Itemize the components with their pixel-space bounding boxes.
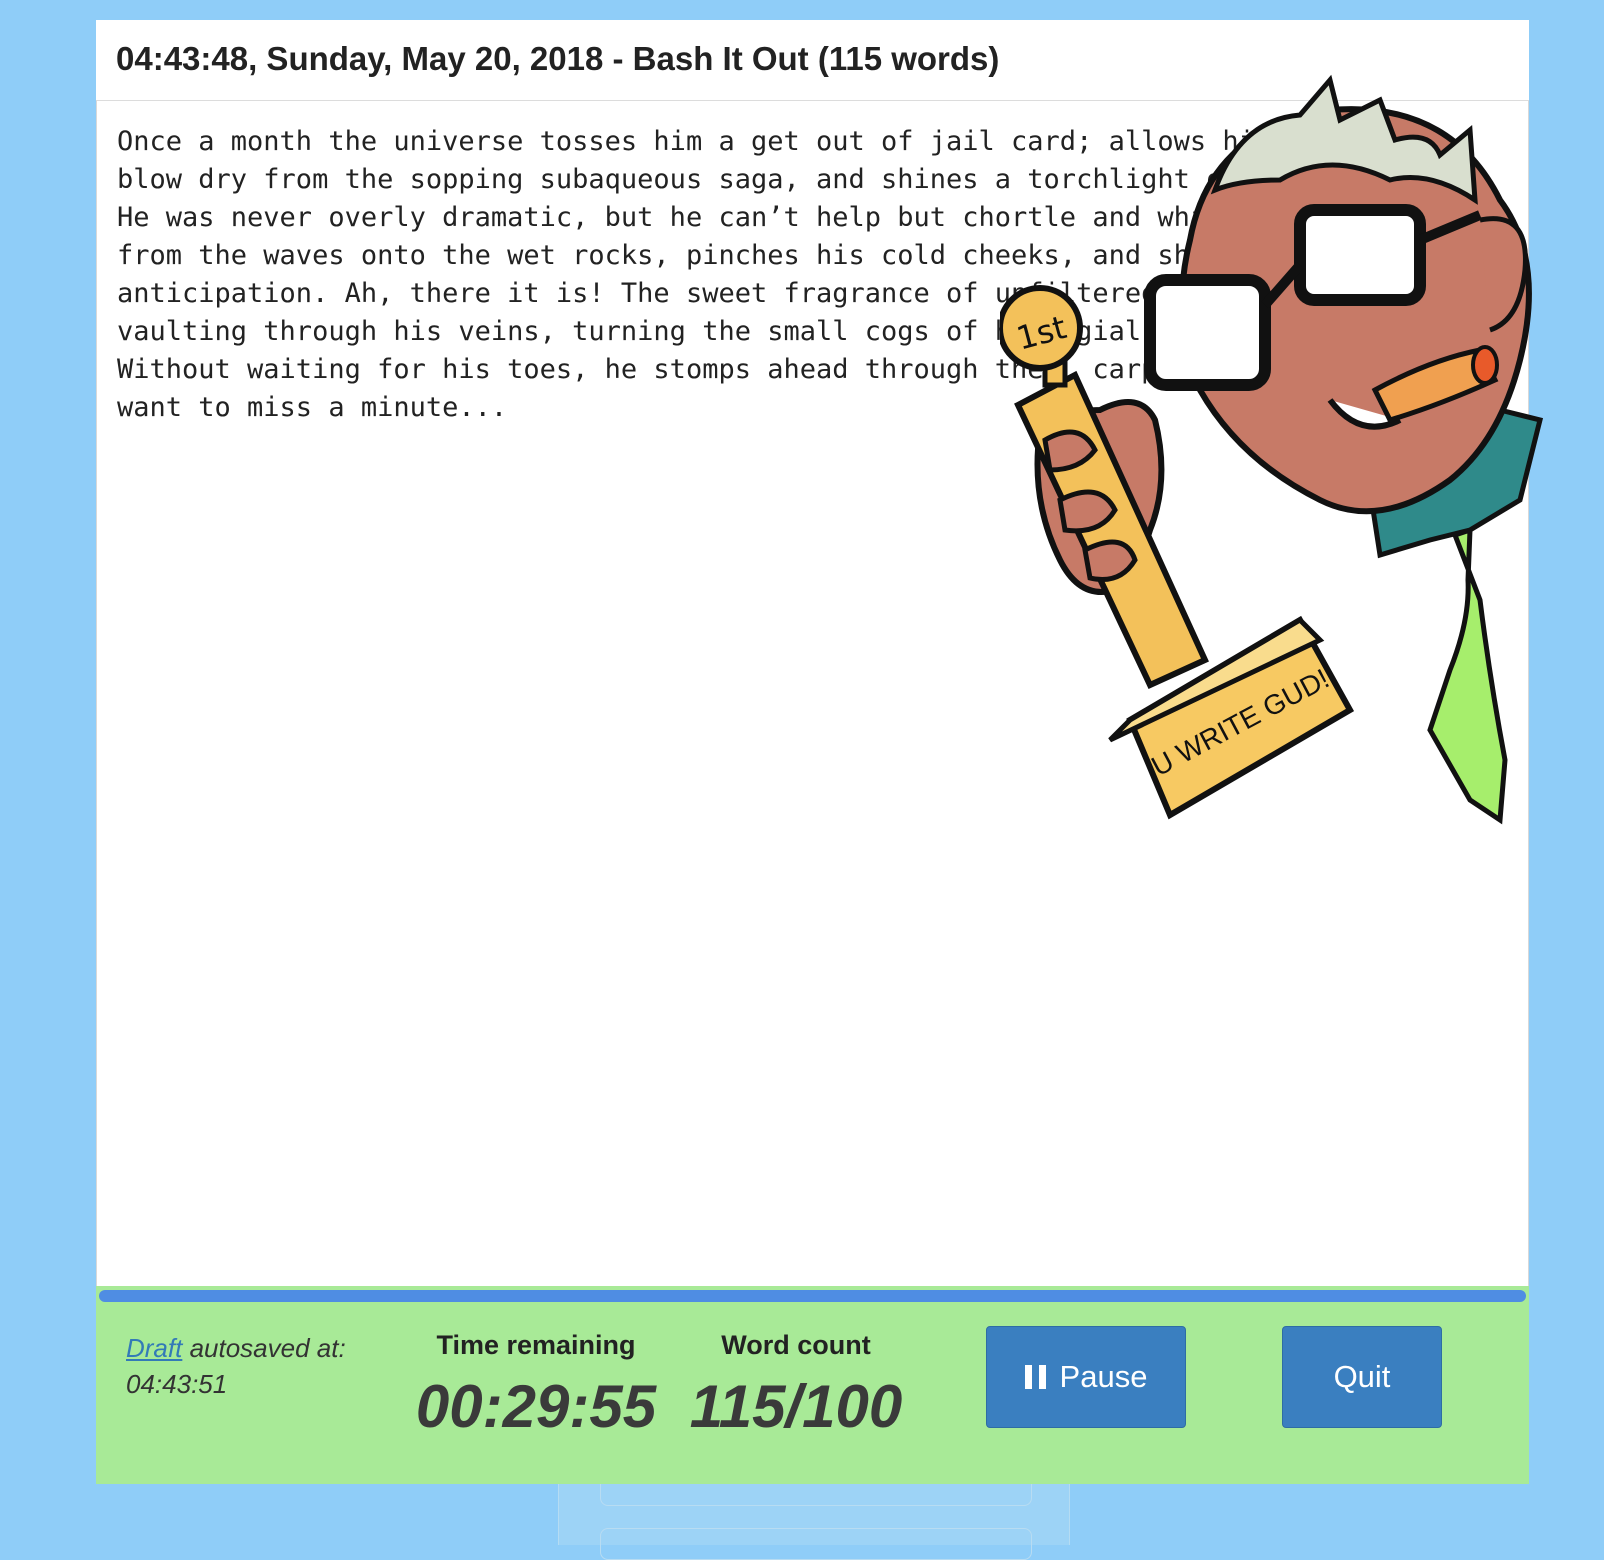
mascot-illustration: 1st U WRITE GUD!	[1000, 74, 1544, 825]
progress-bar-fill	[99, 1290, 1526, 1302]
autosave-status: Draft autosaved at: 04:43:51	[126, 1330, 386, 1402]
autosave-time: 04:43:51	[126, 1369, 228, 1399]
pause-button[interactable]: Pause	[986, 1326, 1186, 1428]
quit-button[interactable]: Quit	[1282, 1326, 1442, 1428]
word-count-value: 115/100	[689, 1373, 903, 1440]
glasses-icon	[1294, 204, 1426, 306]
progress-bar	[99, 1290, 1526, 1302]
time-remaining-value: 00:29:55	[415, 1373, 657, 1440]
status-footer: Draft autosaved at: 04:43:51 Time remain…	[96, 1286, 1529, 1484]
word-count-label: Word count	[721, 1330, 871, 1360]
draft-link[interactable]: Draft	[126, 1333, 182, 1363]
time-remaining-label: Time remaining	[436, 1330, 636, 1360]
pause-button-label: Pause	[1059, 1359, 1148, 1394]
page-title: 04:43:48, Sunday, May 20, 2018 - Bash It…	[116, 40, 1000, 77]
quit-button-label: Quit	[1333, 1359, 1391, 1394]
pause-icon	[1024, 1365, 1046, 1389]
background-field	[600, 1528, 1032, 1560]
autosave-label: autosaved at:	[182, 1333, 346, 1363]
tie-icon	[1427, 526, 1508, 825]
